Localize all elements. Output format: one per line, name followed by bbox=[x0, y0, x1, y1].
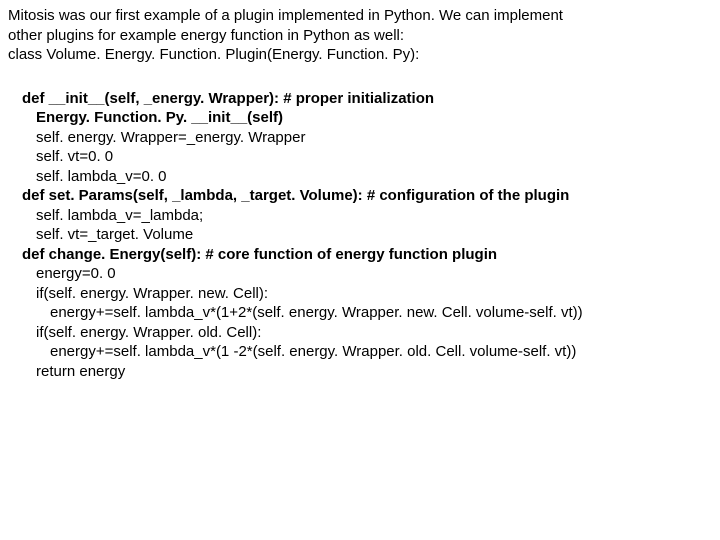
code-def-setparams: def set. Params(self, _lambda, _target. … bbox=[22, 186, 712, 206]
code-return: return energy bbox=[22, 362, 712, 382]
code-set-lambda: self. lambda_v=_lambda; bbox=[22, 206, 712, 226]
code-energy-init: energy=0. 0 bbox=[22, 264, 712, 284]
code-energy-oldcell: energy+=self. lambda_v*(1 -2*(self. ener… bbox=[22, 342, 712, 362]
code-if-oldcell: if(self. energy. Wrapper. old. Cell): bbox=[22, 323, 712, 343]
intro-text: Mitosis was our first example of a plugi… bbox=[8, 6, 712, 65]
code-if-newcell: if(self. energy. Wrapper. new. Cell): bbox=[22, 284, 712, 304]
code-block: def __init__(self, _energy. Wrapper): # … bbox=[8, 89, 712, 382]
intro-line-1: Mitosis was our first example of a plugi… bbox=[8, 6, 712, 26]
code-init-super: Energy. Function. Py. __init__(self) bbox=[22, 108, 712, 128]
code-def-change-energy: def change. Energy(self): # core functio… bbox=[22, 245, 712, 265]
code-assign-wrapper: self. energy. Wrapper=_energy. Wrapper bbox=[22, 128, 712, 148]
intro-line-3: class Volume. Energy. Function. Plugin(E… bbox=[8, 45, 712, 65]
code-set-vt: self. vt=_target. Volume bbox=[22, 225, 712, 245]
code-energy-newcell: energy+=self. lambda_v*(1+2*(self. energ… bbox=[22, 303, 712, 323]
intro-line-2: other plugins for example energy functio… bbox=[8, 26, 712, 46]
code-assign-lambda: self. lambda_v=0. 0 bbox=[22, 167, 712, 187]
code-assign-vt: self. vt=0. 0 bbox=[22, 147, 712, 167]
code-def-init: def __init__(self, _energy. Wrapper): # … bbox=[22, 89, 712, 109]
